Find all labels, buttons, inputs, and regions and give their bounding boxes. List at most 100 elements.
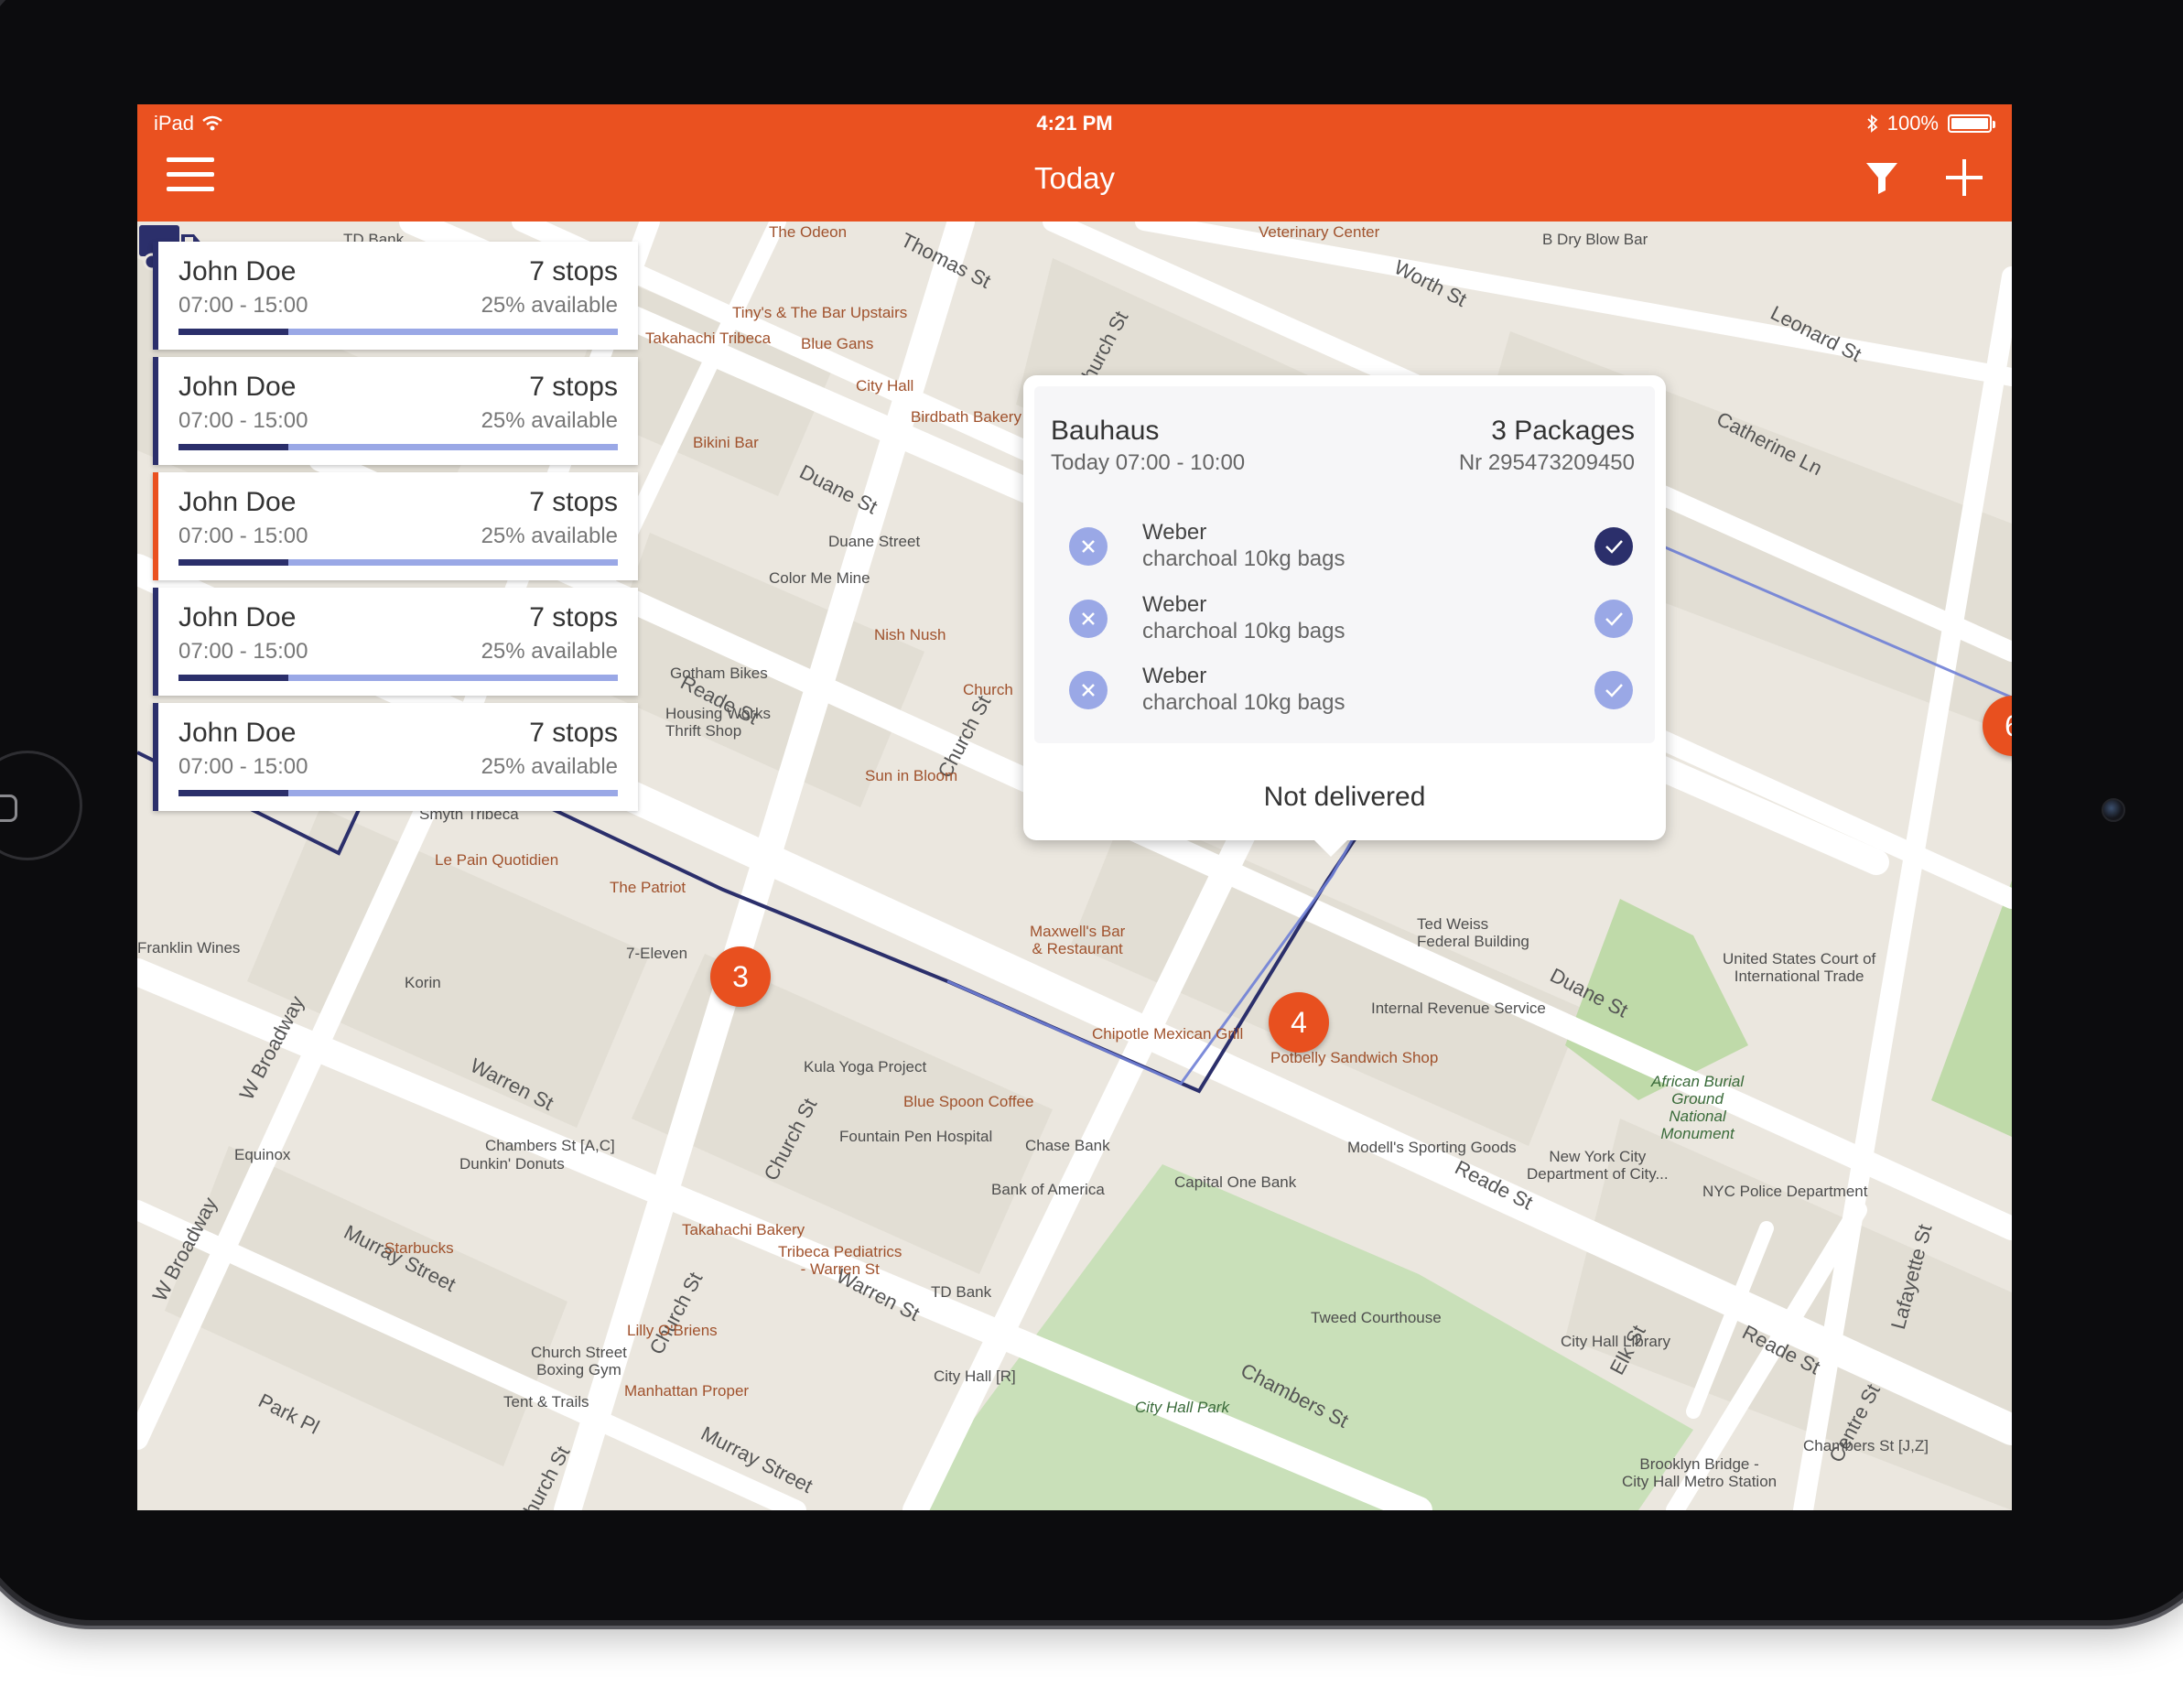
status-right: 100% [1867,112,1995,135]
driver-card[interactable]: John Doe 07:00 - 15:00 7 stops 25% availabl… [153,703,638,811]
place-label: New York City Department of City... [1527,1148,1669,1183]
place-label: Duane Street [828,533,921,550]
driver-card[interactable]: John Doe 07:00 - 15:00 7 stops 25% availabl… [153,588,638,696]
place-label: Manhattan Proper [624,1382,750,1400]
top-bar: iPad 4:21 PM 100% Today [137,104,2012,222]
place-label: B Dry Blow Bar [1542,231,1648,248]
place-label: Color Me Mine [769,569,870,587]
check-icon[interactable] [1594,671,1633,709]
place-label: Birdbath Bakery [911,408,1021,426]
driver-availability: 25% available [481,754,618,779]
status-time: 4:21 PM [1036,112,1113,135]
place-label: Tweed Courthouse [1311,1309,1442,1326]
place-label: Chambers St [A,C] [485,1137,615,1154]
place-label: Modell's Sporting Goods [1347,1139,1517,1156]
capacity-bar [178,675,618,681]
driver-name: John Doe [178,256,297,286]
capacity-bar [178,444,618,450]
plus-icon[interactable] [1944,157,1984,198]
place-label: The Patriot [610,879,686,896]
place-label: Brooklyn Bridge - City Hall Metro Station [1622,1455,1778,1490]
place-label: Chambers St [J,Z] [1803,1437,1929,1454]
status-bar: iPad 4:21 PM 100% [137,104,2012,141]
not-delivered-button[interactable]: Not delivered [1023,782,1666,813]
place-label: City Hall [856,377,914,395]
package-row: Weber charchoal 10kg bags [1051,589,1633,654]
capacity-bar [178,559,618,566]
capacity-bar [178,329,618,335]
capacity-fill [178,444,288,450]
driver-stops: 7 stops [529,718,618,748]
place-label: Housing Works Thrift Shop [665,705,771,740]
place-label: Sun in Bloom [865,767,958,784]
driver-stops: 7 stops [529,256,618,286]
place-label: Tent & Trails [503,1393,589,1411]
place-label: Chipotle Mexican Grill [1092,1025,1244,1043]
app-screen: iPad 4:21 PM 100% Today Thomas St Worth … [137,104,2012,1510]
package-row: Weber charchoal 10kg bags [1051,660,1633,726]
driver-name: John Doe [178,718,297,748]
check-icon[interactable] [1594,600,1633,638]
place-label: Church Street Boxing Gym [531,1344,627,1378]
popover-window: Today 07:00 - 10:00 [1051,450,1246,475]
filter-icon[interactable] [1864,159,1900,196]
remove-icon[interactable] [1069,600,1108,638]
capacity-fill [178,559,288,566]
popover-number: Nr 295473209450 [1458,450,1635,475]
place-label: Chase Bank [1025,1137,1110,1154]
driver-hours: 07:00 - 15:00 [178,293,308,318]
package-description: charchoal 10kg bags [1142,546,1345,571]
place-label: Starbucks [384,1239,454,1257]
driver-availability: 25% available [481,639,618,664]
place-label: Lilly O'Briens [627,1322,718,1339]
driver-name: John Doe [178,602,297,632]
place-label: 7-Eleven [626,945,688,962]
place-label: Capital One Bank [1174,1173,1297,1191]
route-stop-3[interactable]: 3 [710,946,771,1007]
place-label: Ted Weiss Federal Building [1417,915,1529,950]
place-label: NYC Police Department [1702,1183,1868,1200]
place-label: TD Bank [931,1283,992,1301]
driver-availability: 25% available [481,524,618,548]
place-label: Tiny's & The Bar Upstairs [732,304,908,321]
driver-card[interactable]: John Doe 07:00 - 15:00 7 stops 25% availabl… [153,357,638,465]
driver-card[interactable]: John Doe 07:00 - 15:00 7 stops 25% availabl… [153,472,638,580]
route-stop-4[interactable]: 4 [1269,992,1329,1053]
popover-company: Bauhaus [1051,416,1160,446]
place-label: Bikini Bar [693,434,759,451]
remove-icon[interactable] [1069,671,1108,709]
driver-list: John Doe 07:00 - 15:00 7 stops 25% availabl… [153,242,638,818]
driver-name: John Doe [178,372,297,402]
place-label: Church [963,681,1013,698]
driver-availability: 25% available [481,293,618,318]
battery-icon [1948,114,1995,133]
battery-label: 100% [1886,112,1939,135]
delivery-popover: Bauhaus Today 07:00 - 10:00 3 Packages N… [1023,375,1666,857]
driver-hours: 07:00 - 15:00 [178,524,308,548]
place-label: Korin [405,974,441,991]
capacity-fill [178,329,288,335]
place-label: Bank of America [991,1181,1105,1198]
popover-packages: 3 Packages [1491,416,1635,446]
place-label: Maxwell's Bar & Restaurant [1030,923,1126,957]
remove-icon[interactable] [1069,527,1108,566]
package-description: charchoal 10kg bags [1142,619,1345,643]
place-label: Internal Revenue Service [1371,1000,1546,1017]
driver-name: John Doe [178,487,297,517]
place-label: Takahachi Tribeca [645,330,772,347]
home-square-icon [0,795,17,822]
place-label: City Hall Library [1561,1333,1670,1350]
capacity-fill [178,675,288,681]
driver-hours: 07:00 - 15:00 [178,639,308,664]
package-name: Weber [1142,664,1207,688]
place-label: Dunkin' Donuts [459,1155,565,1173]
camera-icon [2102,798,2125,822]
driver-stops: 7 stops [529,602,618,632]
place-label: The Odeon [769,223,848,241]
place-label: African Burial Ground National Monument [1651,1073,1745,1142]
driver-hours: 07:00 - 15:00 [178,408,308,433]
check-icon[interactable] [1594,527,1633,566]
place-label: Blue Spoon Coffee [903,1093,1034,1110]
place-label: United States Court of International Trad… [1723,950,1876,985]
driver-card[interactable]: John Doe 07:00 - 15:00 7 stops 25% availabl… [153,242,638,350]
